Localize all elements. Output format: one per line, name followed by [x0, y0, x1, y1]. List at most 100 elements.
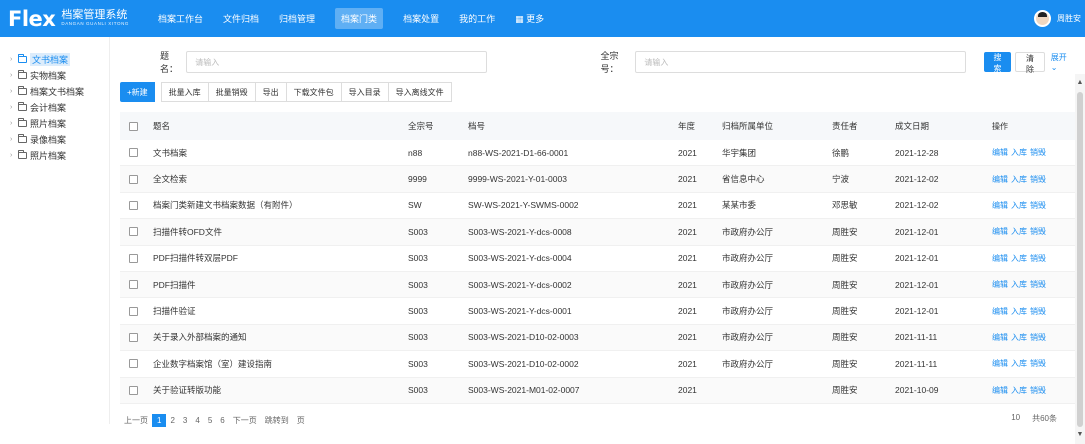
nav-item-1[interactable]: 文件归档 — [213, 0, 269, 37]
row-checkbox[interactable] — [129, 253, 138, 263]
tree-item-2[interactable]: › 档案文书档案 — [0, 83, 109, 99]
row-checkbox[interactable] — [129, 385, 138, 395]
action-2[interactable]: 销毁 — [1030, 200, 1046, 211]
action-2[interactable]: 销毁 — [1030, 279, 1046, 290]
row-checkbox[interactable] — [129, 306, 138, 316]
row-checkbox[interactable] — [129, 332, 138, 342]
cell-code: n88-WS-2021-D1-66-0001 — [468, 147, 569, 158]
action-1[interactable]: 入库 — [1011, 226, 1027, 237]
action-1[interactable]: 入库 — [1011, 147, 1027, 158]
folder-icon — [18, 85, 27, 95]
row-checkbox[interactable] — [129, 280, 138, 290]
nav-item-5[interactable]: 我的工作 — [449, 0, 505, 37]
page-item-3[interactable]: 3 — [179, 416, 191, 425]
scroll-up-icon[interactable]: ▲ — [1075, 78, 1085, 88]
folder-icon — [18, 149, 27, 159]
row-actions: 编辑 入库 销毁 — [992, 306, 1062, 317]
row-checkbox[interactable] — [129, 174, 138, 184]
title-search-input[interactable]: 请输入 — [186, 51, 488, 73]
action-2[interactable]: 销毁 — [1030, 306, 1046, 317]
chevron-right-icon[interactable]: › — [10, 136, 18, 143]
action-0[interactable]: 编辑 — [992, 253, 1008, 264]
page-item-4[interactable]: 4 — [191, 416, 203, 425]
toolbar-button-3[interactable]: 导出 — [255, 82, 287, 102]
scroll-thumb[interactable] — [1077, 92, 1083, 427]
action-0[interactable]: 编辑 — [992, 358, 1008, 369]
action-0[interactable]: 编辑 — [992, 147, 1008, 158]
action-0[interactable]: 编辑 — [992, 174, 1008, 185]
action-0[interactable]: 编辑 — [992, 306, 1008, 317]
select-all-checkbox[interactable] — [129, 121, 138, 131]
action-2[interactable]: 销毁 — [1030, 226, 1046, 237]
row-checkbox[interactable] — [129, 200, 138, 210]
avatar[interactable] — [1034, 10, 1051, 27]
nav-item-3[interactable]: 档案门类 — [325, 0, 393, 37]
vertical-scrollbar[interactable]: ▲ ▼ — [1075, 74, 1085, 444]
chevron-right-icon[interactable]: › — [10, 72, 18, 79]
toolbar-button-6[interactable]: 导入离线文件 — [388, 82, 452, 102]
search-button[interactable]: 搜索 — [983, 52, 1012, 73]
page-item-2[interactable]: 2 — [166, 416, 178, 425]
chevron-right-icon[interactable]: › — [10, 88, 18, 95]
tree-item-label: 照片档案 — [30, 118, 67, 129]
tree-item-label: 实物档案 — [30, 70, 67, 81]
action-1[interactable]: 入库 — [1011, 253, 1027, 264]
nav-item-text: 文件归档 — [223, 14, 260, 24]
row-checkbox[interactable] — [129, 359, 138, 369]
nav-item-0[interactable]: 档案工作台 — [148, 0, 213, 37]
cell-fond: S003 — [408, 226, 428, 237]
action-2[interactable]: 销毁 — [1030, 174, 1046, 185]
tree-item-5[interactable]: › 录像档案 — [0, 131, 109, 147]
expand-link[interactable]: 展开 ⌄ — [1051, 52, 1075, 72]
toolbar-button-0[interactable]: +新建 — [120, 82, 155, 102]
app-logo[interactable]: Flex 档案管理系统 DANGAN GUANLI XITONG — [8, 7, 148, 31]
cell-title: 关于验证转版功能 — [153, 385, 222, 396]
action-1[interactable]: 入库 — [1011, 306, 1027, 317]
action-2[interactable]: 销毁 — [1030, 332, 1046, 343]
cell-date: 2021-11-11 — [895, 332, 938, 343]
action-0[interactable]: 编辑 — [992, 385, 1008, 396]
user-menu[interactable]: 周胜安 — [1034, 0, 1081, 37]
page-size-select[interactable]: 10 — [1011, 413, 1020, 427]
nav-item-4[interactable]: 档案处置 — [393, 0, 449, 37]
nav-item-2[interactable]: 归档管理 — [269, 0, 325, 37]
chevron-right-icon[interactable]: › — [10, 104, 18, 111]
action-0[interactable]: 编辑 — [992, 200, 1008, 211]
action-0[interactable]: 编辑 — [992, 279, 1008, 290]
action-2[interactable]: 销毁 — [1030, 385, 1046, 396]
tree-item-3[interactable]: › 会计档案 — [0, 99, 109, 115]
action-1[interactable]: 入库 — [1011, 358, 1027, 369]
action-1[interactable]: 入库 — [1011, 174, 1027, 185]
action-2[interactable]: 销毁 — [1030, 253, 1046, 264]
action-1[interactable]: 入库 — [1011, 279, 1027, 290]
folder-icon — [18, 117, 27, 127]
toolbar-button-2[interactable]: 批量销毁 — [208, 82, 256, 102]
chevron-right-icon[interactable]: › — [10, 120, 18, 127]
action-1[interactable]: 入库 — [1011, 385, 1027, 396]
row-checkbox[interactable] — [129, 148, 138, 158]
tree-item-0[interactable]: › 文书档案 — [0, 51, 109, 67]
page-item-5[interactable]: 5 — [204, 416, 216, 425]
page-item-6[interactable]: 6 — [216, 416, 228, 425]
action-1[interactable]: 入库 — [1011, 200, 1027, 211]
tree-item-1[interactable]: › 实物档案 — [0, 67, 109, 83]
chevron-right-icon[interactable]: › — [10, 56, 18, 63]
toolbar-button-1[interactable]: 批量入库 — [160, 82, 209, 102]
toolbar-button-4[interactable]: 下载文件包 — [286, 82, 342, 102]
tree-item-4[interactable]: › 照片档案 — [0, 115, 109, 131]
toolbar-button-5[interactable]: 导入目录 — [341, 82, 389, 102]
action-0[interactable]: 编辑 — [992, 226, 1008, 237]
page-item-1[interactable]: 1 — [152, 413, 167, 427]
fond-label: 全宗号： — [600, 51, 619, 74]
nav-item-6[interactable]: ▦ 更多 — [505, 0, 554, 37]
chevron-right-icon[interactable]: › — [10, 152, 18, 159]
clear-button[interactable]: 清除 — [1015, 52, 1045, 74]
scroll-down-icon[interactable]: ▼ — [1075, 430, 1085, 440]
tree-item-6[interactable]: › 照片档案 — [0, 147, 109, 163]
action-1[interactable]: 入库 — [1011, 332, 1027, 343]
action-2[interactable]: 销毁 — [1030, 147, 1046, 158]
row-checkbox[interactable] — [129, 227, 138, 237]
action-0[interactable]: 编辑 — [992, 332, 1008, 343]
fond-search-input[interactable]: 请输入 — [635, 51, 966, 73]
action-2[interactable]: 销毁 — [1030, 358, 1046, 369]
